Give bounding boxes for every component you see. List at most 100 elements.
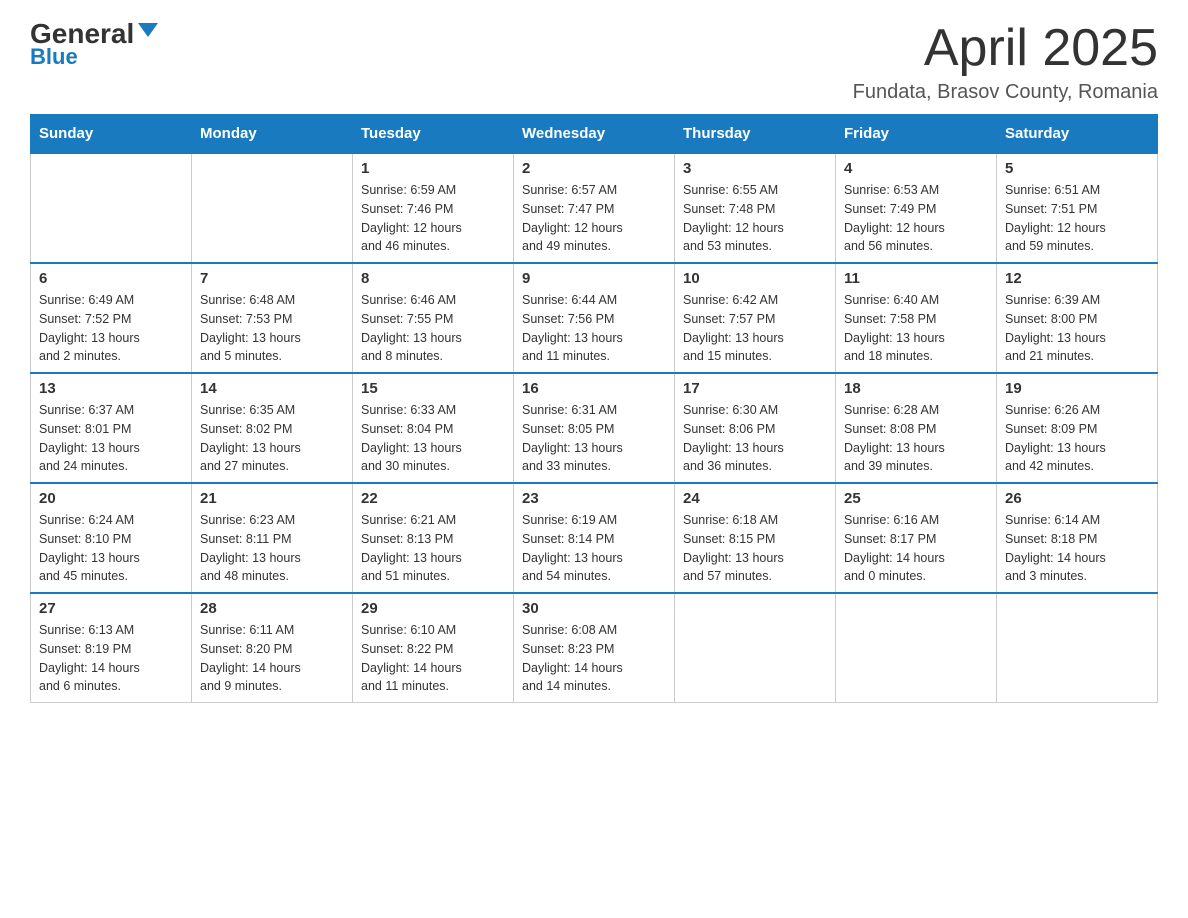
calendar-cell: 10 Sunrise: 6:42 AM Sunset: 7:57 PM Dayli… bbox=[675, 263, 836, 373]
day-number: 2 bbox=[522, 160, 666, 177]
day-number: 24 bbox=[683, 490, 827, 507]
calendar-header: SundayMondayTuesdayWednesdayThursdayFrid… bbox=[31, 115, 1158, 154]
day-info: Sunrise: 6:51 AM Sunset: 7:51 PM Dayligh… bbox=[1005, 181, 1149, 256]
day-number: 8 bbox=[361, 270, 505, 287]
calendar-cell: 24 Sunrise: 6:18 AM Sunset: 8:15 PM Dayli… bbox=[675, 483, 836, 593]
calendar-cell: 21 Sunrise: 6:23 AM Sunset: 8:11 PM Dayli… bbox=[192, 483, 353, 593]
calendar-cell: 4 Sunrise: 6:53 AM Sunset: 7:49 PM Daylig… bbox=[836, 153, 997, 263]
calendar-cell: 29Sunrise: 6:10 AM Sunset: 8:22 PM Dayli… bbox=[353, 593, 514, 703]
calendar-cell: 20 Sunrise: 6:24 AM Sunset: 8:10 PM Dayli… bbox=[31, 483, 192, 593]
day-info: Sunrise: 6:18 AM Sunset: 8:15 PM Dayligh… bbox=[683, 511, 827, 586]
calendar-body: 1 Sunrise: 6:59 AM Sunset: 7:46 PM Daylig… bbox=[31, 153, 1158, 703]
day-info: Sunrise: 6:39 AM Sunset: 8:00 PM Dayligh… bbox=[1005, 291, 1149, 366]
day-number: 7 bbox=[200, 270, 344, 287]
day-info: Sunrise: 6:35 AM Sunset: 8:02 PM Dayligh… bbox=[200, 401, 344, 476]
day-number: 12 bbox=[1005, 270, 1149, 287]
day-info: Sunrise: 6:10 AM Sunset: 8:22 PM Dayligh… bbox=[361, 621, 505, 696]
day-info: Sunrise: 6:14 AM Sunset: 8:18 PM Dayligh… bbox=[1005, 511, 1149, 586]
logo-blue-text: Blue bbox=[30, 44, 78, 70]
logo-triangle-icon bbox=[138, 23, 158, 37]
day-info: Sunrise: 6:42 AM Sunset: 7:57 PM Dayligh… bbox=[683, 291, 827, 366]
header-sunday: Sunday bbox=[31, 115, 192, 154]
day-number: 20 bbox=[39, 490, 183, 507]
calendar-table: SundayMondayTuesdayWednesdayThursdayFrid… bbox=[30, 114, 1158, 703]
calendar-cell: 17Sunrise: 6:30 AM Sunset: 8:06 PM Dayli… bbox=[675, 373, 836, 483]
calendar-cell: 11Sunrise: 6:40 AM Sunset: 7:58 PM Dayli… bbox=[836, 263, 997, 373]
day-number: 30 bbox=[522, 600, 666, 617]
week-row-2: 6 Sunrise: 6:49 AM Sunset: 7:52 PM Daylig… bbox=[31, 263, 1158, 373]
day-number: 14 bbox=[200, 380, 344, 397]
calendar-cell: 14 Sunrise: 6:35 AM Sunset: 8:02 PM Dayli… bbox=[192, 373, 353, 483]
calendar-cell: 6 Sunrise: 6:49 AM Sunset: 7:52 PM Daylig… bbox=[31, 263, 192, 373]
calendar-cell: 1 Sunrise: 6:59 AM Sunset: 7:46 PM Daylig… bbox=[353, 153, 514, 263]
day-info: Sunrise: 6:23 AM Sunset: 8:11 PM Dayligh… bbox=[200, 511, 344, 586]
day-info: Sunrise: 6:57 AM Sunset: 7:47 PM Dayligh… bbox=[522, 181, 666, 256]
header-tuesday: Tuesday bbox=[353, 115, 514, 154]
day-number: 16 bbox=[522, 380, 666, 397]
day-info: Sunrise: 6:16 AM Sunset: 8:17 PM Dayligh… bbox=[844, 511, 988, 586]
calendar-cell: 5 Sunrise: 6:51 AM Sunset: 7:51 PM Daylig… bbox=[997, 153, 1158, 263]
day-number: 17 bbox=[683, 380, 827, 397]
day-number: 26 bbox=[1005, 490, 1149, 507]
day-number: 28 bbox=[200, 600, 344, 617]
day-number: 4 bbox=[844, 160, 988, 177]
day-info: Sunrise: 6:21 AM Sunset: 8:13 PM Dayligh… bbox=[361, 511, 505, 586]
calendar-cell: 3 Sunrise: 6:55 AM Sunset: 7:48 PM Daylig… bbox=[675, 153, 836, 263]
calendar-cell: 8 Sunrise: 6:46 AM Sunset: 7:55 PM Daylig… bbox=[353, 263, 514, 373]
day-number: 19 bbox=[1005, 380, 1149, 397]
calendar-cell bbox=[31, 153, 192, 263]
calendar-cell bbox=[192, 153, 353, 263]
day-info: Sunrise: 6:08 AM Sunset: 8:23 PM Dayligh… bbox=[522, 621, 666, 696]
week-row-5: 27 Sunrise: 6:13 AM Sunset: 8:19 PM Dayli… bbox=[31, 593, 1158, 703]
calendar-cell: 25Sunrise: 6:16 AM Sunset: 8:17 PM Dayli… bbox=[836, 483, 997, 593]
day-info: Sunrise: 6:19 AM Sunset: 8:14 PM Dayligh… bbox=[522, 511, 666, 586]
day-info: Sunrise: 6:26 AM Sunset: 8:09 PM Dayligh… bbox=[1005, 401, 1149, 476]
day-number: 23 bbox=[522, 490, 666, 507]
day-number: 18 bbox=[844, 380, 988, 397]
day-info: Sunrise: 6:49 AM Sunset: 7:52 PM Dayligh… bbox=[39, 291, 183, 366]
calendar-cell bbox=[836, 593, 997, 703]
day-number: 1 bbox=[361, 160, 505, 177]
day-number: 5 bbox=[1005, 160, 1149, 177]
header-row: SundayMondayTuesdayWednesdayThursdayFrid… bbox=[31, 115, 1158, 154]
week-row-1: 1 Sunrise: 6:59 AM Sunset: 7:46 PM Daylig… bbox=[31, 153, 1158, 263]
day-info: Sunrise: 6:24 AM Sunset: 8:10 PM Dayligh… bbox=[39, 511, 183, 586]
calendar-cell: 2 Sunrise: 6:57 AM Sunset: 7:47 PM Daylig… bbox=[514, 153, 675, 263]
calendar-cell: 9 Sunrise: 6:44 AM Sunset: 7:56 PM Daylig… bbox=[514, 263, 675, 373]
logo: General Blue bbox=[30, 20, 158, 70]
day-info: Sunrise: 6:11 AM Sunset: 8:20 PM Dayligh… bbox=[200, 621, 344, 696]
calendar-cell bbox=[997, 593, 1158, 703]
day-info: Sunrise: 6:59 AM Sunset: 7:46 PM Dayligh… bbox=[361, 181, 505, 256]
day-number: 21 bbox=[200, 490, 344, 507]
calendar-cell: 22 Sunrise: 6:21 AM Sunset: 8:13 PM Dayli… bbox=[353, 483, 514, 593]
day-number: 27 bbox=[39, 600, 183, 617]
calendar-cell: 28 Sunrise: 6:11 AM Sunset: 8:20 PM Dayli… bbox=[192, 593, 353, 703]
calendar-cell: 27 Sunrise: 6:13 AM Sunset: 8:19 PM Dayli… bbox=[31, 593, 192, 703]
day-info: Sunrise: 6:28 AM Sunset: 8:08 PM Dayligh… bbox=[844, 401, 988, 476]
day-info: Sunrise: 6:55 AM Sunset: 7:48 PM Dayligh… bbox=[683, 181, 827, 256]
header-thursday: Thursday bbox=[675, 115, 836, 154]
header-wednesday: Wednesday bbox=[514, 115, 675, 154]
calendar-cell: 26 Sunrise: 6:14 AM Sunset: 8:18 PM Dayli… bbox=[997, 483, 1158, 593]
day-number: 3 bbox=[683, 160, 827, 177]
calendar-cell bbox=[675, 593, 836, 703]
day-info: Sunrise: 6:13 AM Sunset: 8:19 PM Dayligh… bbox=[39, 621, 183, 696]
header-friday: Friday bbox=[836, 115, 997, 154]
day-info: Sunrise: 6:44 AM Sunset: 7:56 PM Dayligh… bbox=[522, 291, 666, 366]
day-number: 13 bbox=[39, 380, 183, 397]
day-number: 11 bbox=[844, 270, 988, 287]
day-info: Sunrise: 6:33 AM Sunset: 8:04 PM Dayligh… bbox=[361, 401, 505, 476]
calendar-cell: 12 Sunrise: 6:39 AM Sunset: 8:00 PM Dayli… bbox=[997, 263, 1158, 373]
day-number: 22 bbox=[361, 490, 505, 507]
day-info: Sunrise: 6:46 AM Sunset: 7:55 PM Dayligh… bbox=[361, 291, 505, 366]
calendar-subtitle: Fundata, Brasov County, Romania bbox=[853, 81, 1158, 104]
title-area: April 2025 Fundata, Brasov County, Roman… bbox=[853, 20, 1158, 104]
day-number: 6 bbox=[39, 270, 183, 287]
calendar-cell: 23 Sunrise: 6:19 AM Sunset: 8:14 PM Dayli… bbox=[514, 483, 675, 593]
calendar-cell: 18 Sunrise: 6:28 AM Sunset: 8:08 PM Dayli… bbox=[836, 373, 997, 483]
day-info: Sunrise: 6:53 AM Sunset: 7:49 PM Dayligh… bbox=[844, 181, 988, 256]
day-number: 15 bbox=[361, 380, 505, 397]
day-number: 9 bbox=[522, 270, 666, 287]
page-header: General Blue April 2025 Fundata, Brasov … bbox=[30, 20, 1158, 104]
day-number: 10 bbox=[683, 270, 827, 287]
